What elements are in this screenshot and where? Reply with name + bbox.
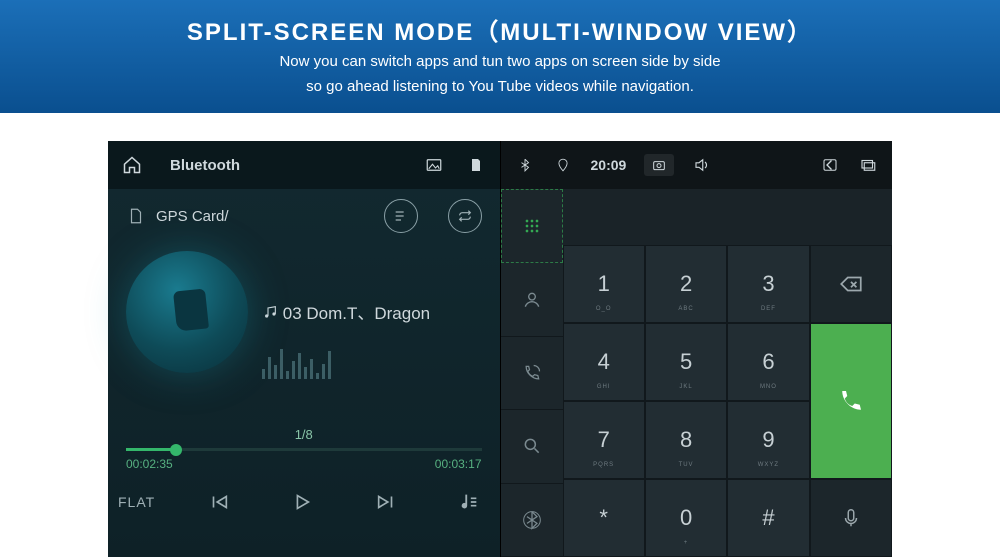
track-title: 03 Dom.T、Dragon xyxy=(262,299,482,325)
call-button[interactable] xyxy=(810,323,892,479)
banner-subtitle-2: so go ahead listening to You Tube videos… xyxy=(0,76,1000,97)
track-counter: 1/8 xyxy=(126,427,482,442)
key-star[interactable]: * xyxy=(563,479,645,557)
progress-area: 1/8 00:02:35 00:03:17 xyxy=(126,427,482,471)
banner-subtitle-1: Now you can switch apps and tun two apps… xyxy=(0,51,1000,72)
music-menu-button[interactable] xyxy=(449,486,489,518)
sd-icon[interactable] xyxy=(466,155,486,175)
keypad: 1O_O 2ABC 3DEF 4GHI 5JKL 6MNO 7PQRS 8TUV… xyxy=(563,245,893,557)
dial-area: 1O_O 2ABC 3DEF 4GHI 5JKL 6MNO 7PQRS 8TUV… xyxy=(563,189,893,557)
number-readout xyxy=(563,189,893,245)
right-statusbar: 20:09 xyxy=(501,141,893,189)
folder-path[interactable]: GPS Card/ xyxy=(156,208,229,225)
music-app: Bluetooth GPS Card/ xyxy=(108,141,501,557)
play-button[interactable] xyxy=(282,486,322,518)
recent-apps-icon[interactable] xyxy=(858,155,878,175)
album-art xyxy=(126,251,248,373)
banner-title: SPLIT-SCREEN MODE（MULTI-WINDOW VIEW） xyxy=(0,12,1000,47)
dialpad-tab[interactable] xyxy=(501,189,563,263)
key-3[interactable]: 3DEF xyxy=(727,245,809,323)
bluetooth-icon xyxy=(515,155,535,175)
backspace-key[interactable] xyxy=(810,245,892,323)
home-icon[interactable] xyxy=(122,155,142,175)
next-button[interactable] xyxy=(366,486,406,518)
key-hash[interactable]: # xyxy=(727,479,809,557)
promo-banner: SPLIT-SCREEN MODE（MULTI-WINDOW VIEW） Now… xyxy=(0,0,1000,113)
contacts-tab[interactable] xyxy=(501,263,563,336)
playlist-button[interactable] xyxy=(384,199,418,233)
equalizer-visual xyxy=(262,343,482,379)
voice-input-key[interactable] xyxy=(810,479,892,557)
prev-button[interactable] xyxy=(199,486,239,518)
progress-bar[interactable] xyxy=(126,448,482,451)
clock: 20:09 xyxy=(591,157,627,173)
key-7[interactable]: 7PQRS xyxy=(563,401,645,479)
total-time: 00:03:17 xyxy=(435,457,482,471)
key-5[interactable]: 5JKL xyxy=(645,323,727,401)
location-icon xyxy=(553,155,573,175)
search-tab[interactable] xyxy=(501,410,563,483)
key-4[interactable]: 4GHI xyxy=(563,323,645,401)
repeat-button[interactable] xyxy=(448,199,482,233)
bt-settings-tab[interactable] xyxy=(501,484,563,557)
transport-controls: FLAT xyxy=(108,471,500,527)
path-row: GPS Card/ xyxy=(126,189,482,243)
key-9[interactable]: 9WXYZ xyxy=(727,401,809,479)
sd-card-icon xyxy=(126,206,146,226)
key-6[interactable]: 6MNO xyxy=(727,323,809,401)
picture-icon[interactable] xyxy=(424,155,444,175)
key-0[interactable]: 0+ xyxy=(645,479,727,557)
app-title: Bluetooth xyxy=(170,157,240,174)
left-statusbar: Bluetooth xyxy=(108,141,500,189)
phone-app: 20:09 1O_O 2ABC 3DEF xyxy=(501,141,893,557)
back-nav-icon[interactable] xyxy=(820,155,840,175)
phone-tabs xyxy=(501,189,563,557)
elapsed-time: 00:02:35 xyxy=(126,457,173,471)
recent-calls-tab[interactable] xyxy=(501,337,563,410)
key-1[interactable]: 1O_O xyxy=(563,245,645,323)
volume-icon[interactable] xyxy=(692,155,712,175)
eq-mode[interactable]: FLAT xyxy=(118,494,155,510)
split-screen: Bluetooth GPS Card/ xyxy=(108,141,892,557)
camera-icon[interactable] xyxy=(644,154,674,176)
key-2[interactable]: 2ABC xyxy=(645,245,727,323)
key-8[interactable]: 8TUV xyxy=(645,401,727,479)
